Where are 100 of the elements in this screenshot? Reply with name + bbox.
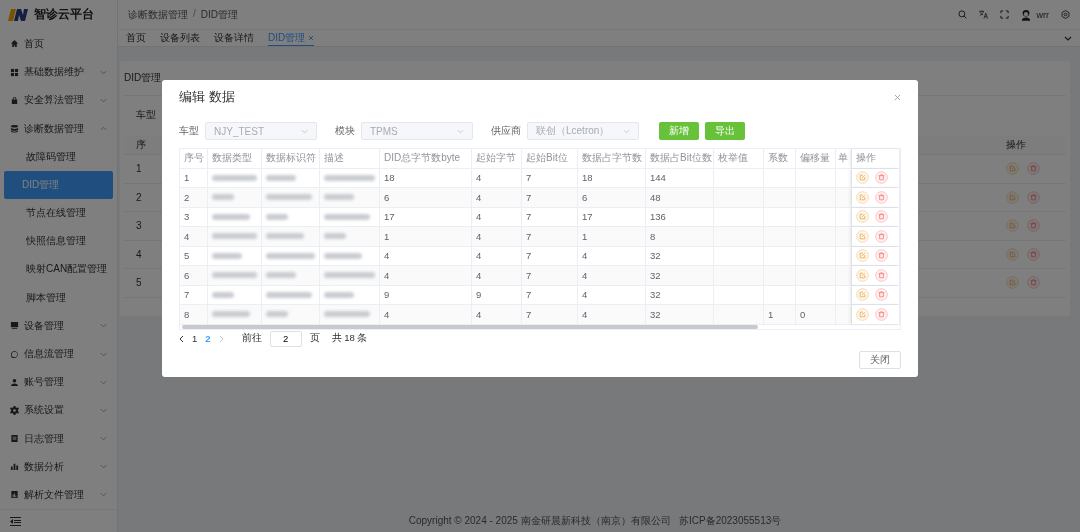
scrollbar-thumb[interactable]: [182, 324, 758, 329]
edit-button[interactable]: [1006, 276, 1019, 290]
blurred-text: [324, 291, 354, 298]
edit-button[interactable]: [856, 210, 869, 224]
chat-icon: [10, 349, 19, 359]
close-button[interactable]: 关闭: [859, 350, 901, 369]
delete-button[interactable]: [1027, 162, 1040, 176]
edit-button[interactable]: [1006, 190, 1019, 204]
breadcrumb-item[interactable]: 诊断数据管理: [128, 7, 188, 22]
table-cell-text: 1: [135, 163, 142, 175]
menu-group[interactable]: 系统设置: [0, 396, 117, 425]
gear-icon: [10, 405, 19, 415]
collapse-icon[interactable]: [10, 516, 21, 526]
edit-button[interactable]: [856, 249, 869, 263]
breadcrumb-item[interactable]: DID管理: [200, 7, 238, 22]
table-cell: 4: [384, 308, 390, 320]
page-tab[interactable]: 首页: [126, 30, 146, 46]
edit-button[interactable]: [1006, 219, 1019, 233]
page-tab[interactable]: 设备详情: [214, 30, 254, 46]
menu-group[interactable]: 设备管理: [0, 311, 117, 340]
submenu-item[interactable]: 快照信息管理: [4, 227, 113, 256]
delete-button[interactable]: [1027, 276, 1040, 290]
blurred-text: [266, 233, 304, 240]
menu-group[interactable]: 信息流管理: [0, 339, 117, 369]
table-cell: 4: [384, 269, 390, 281]
report-icon: [10, 490, 19, 500]
delete-button[interactable]: [1027, 247, 1040, 261]
edit-button[interactable]: [856, 171, 869, 185]
table-cell: 8: [184, 308, 190, 320]
close-icon[interactable]: [308, 34, 315, 41]
delete-button[interactable]: [875, 171, 888, 185]
edit-button[interactable]: [856, 229, 869, 243]
menu-item[interactable]: 首页: [0, 29, 117, 59]
delete-button[interactable]: [875, 288, 888, 302]
submenu-item[interactable]: 脚本管理: [4, 283, 113, 312]
column-header: 数据类型: [208, 149, 262, 168]
page-input[interactable]: 2: [269, 330, 302, 347]
submenu-item[interactable]: 映射CAN配置管理: [4, 255, 113, 284]
settings-icon[interactable]: [1061, 10, 1070, 19]
table-cell: 32: [650, 289, 661, 301]
table-cell: 7: [526, 191, 532, 203]
menu-group[interactable]: 诊断数据管理: [0, 114, 117, 143]
menu-group[interactable]: 解析文件管理: [0, 480, 117, 510]
column-header: 起始字节: [472, 149, 522, 168]
menu-group[interactable]: 账号管理: [0, 368, 117, 397]
submenu-item[interactable]: 故障码管理: [4, 142, 113, 171]
edit-button[interactable]: [1006, 162, 1019, 176]
avatar-icon[interactable]: [1020, 8, 1031, 21]
user-name[interactable]: wrr: [1036, 9, 1049, 20]
delete-button[interactable]: [1027, 190, 1040, 204]
blurred-text: [324, 174, 375, 181]
delete-button[interactable]: [875, 307, 888, 321]
delete-button[interactable]: [875, 229, 888, 243]
blurred-text: [212, 194, 234, 201]
table-cell: 4: [476, 308, 482, 320]
app-title: 智诊云平台: [34, 6, 94, 24]
translate-icon[interactable]: [978, 10, 988, 19]
table-cell: 8: [650, 230, 656, 242]
table-cell: 18: [384, 172, 395, 184]
table-cell: 48: [650, 191, 661, 203]
edit-button[interactable]: [856, 190, 869, 204]
menu-group[interactable]: 数据分析: [0, 452, 117, 481]
table-cell: 9: [384, 289, 390, 301]
table-cell: 4: [476, 250, 482, 262]
fullscreen-icon[interactable]: [999, 10, 1009, 19]
delete-button[interactable]: [875, 268, 888, 282]
edit-button[interactable]: [856, 307, 869, 321]
edit-button[interactable]: [1006, 247, 1019, 261]
close-icon[interactable]: [894, 93, 901, 101]
previous-page-icon[interactable]: [179, 334, 184, 343]
delete-button[interactable]: [875, 249, 888, 263]
delete-button[interactable]: [875, 190, 888, 204]
edit-button[interactable]: [856, 288, 869, 302]
chevron-down-icon: [100, 97, 107, 103]
chevron-down-icon: [100, 407, 107, 413]
search-icon[interactable]: [957, 10, 967, 19]
menu-group[interactable]: 日志管理: [0, 424, 117, 453]
table-cell: 0: [800, 308, 806, 320]
delete-button[interactable]: [875, 210, 888, 224]
submenu-item[interactable]: 节点在线管理: [4, 199, 113, 228]
table-cell: 4: [384, 250, 390, 262]
delete-button[interactable]: [1027, 219, 1040, 233]
page-number[interactable]: 2: [205, 333, 211, 344]
table-cell: 4: [582, 269, 588, 281]
menu-group[interactable]: 基础数据维护: [0, 58, 117, 87]
table-cell: 4: [476, 230, 482, 242]
edit-button[interactable]: [856, 268, 869, 282]
chevron-down-icon: [457, 128, 464, 134]
table-cell: 7: [526, 250, 532, 262]
column-header: 操作: [852, 149, 900, 168]
menu-group[interactable]: 安全算法管理: [0, 86, 117, 115]
filter-label: 供应商: [491, 124, 521, 138]
chevron-down-icon[interactable]: [1064, 35, 1072, 41]
table-cell: 18: [582, 172, 593, 184]
chevron-up-icon: [100, 126, 107, 132]
column-header: 偏移量: [796, 149, 836, 168]
blurred-text: [266, 272, 296, 279]
page-tab[interactable]: 设备列表: [160, 30, 200, 46]
filter-select[interactable]: 联创（Lcetron）: [527, 122, 639, 140]
page-number[interactable]: 1: [192, 333, 198, 344]
